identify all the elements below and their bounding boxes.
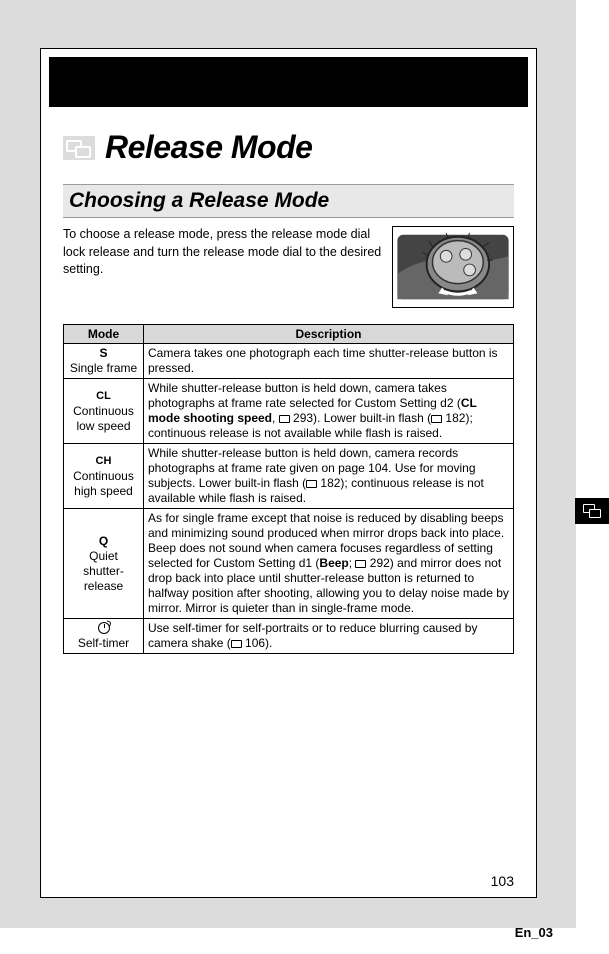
mode-cell: CH Continuous high speed — [64, 444, 144, 509]
page-content: Release Mode Choosing a Release Mode To … — [40, 48, 537, 898]
chapter-body: Release Mode Choosing a Release Mode To … — [41, 107, 536, 897]
desc-cell: While shutter-release button is held dow… — [144, 444, 514, 509]
chapter-title-row: Release Mode — [63, 129, 514, 166]
section-title: Choosing a Release Mode — [69, 189, 508, 213]
chapter-header-bar — [49, 57, 528, 107]
table-row: S Single frame Camera takes one photogra… — [64, 344, 514, 379]
mode-symbol: S — [99, 346, 107, 360]
page-number: 103 — [491, 873, 514, 889]
table-row: CL Continuous low speed While shutter-re… — [64, 379, 514, 444]
self-timer-icon — [98, 622, 110, 634]
mode-cell: Q Quiet shutter-release — [64, 509, 144, 619]
release-mode-tab-icon — [583, 504, 601, 518]
mode-label: Continuous low speed — [73, 404, 134, 433]
mode-label: Self-timer — [78, 636, 129, 650]
page-ref-icon — [231, 640, 242, 648]
page-ref-icon — [431, 415, 442, 423]
mode-cell: S Single frame — [64, 344, 144, 379]
desc-cell: Use self-timer for self-portraits or to … — [144, 619, 514, 654]
table-row: CH Continuous high speed While shutter-r… — [64, 444, 514, 509]
chapter-title: Release Mode — [105, 129, 312, 166]
mode-dial-illustration — [392, 226, 514, 308]
intro-row: To choose a release mode, press the rele… — [63, 226, 514, 308]
desc-cell: As for single frame except that noise is… — [144, 509, 514, 619]
mode-table: Mode Description S Single frame Camera t… — [63, 324, 514, 654]
desc-cell: Camera takes one photograph each time sh… — [144, 344, 514, 379]
mode-label: Continuous high speed — [73, 469, 134, 498]
side-tab — [575, 498, 609, 524]
mode-label: Single frame — [70, 361, 137, 375]
intro-text: To choose a release mode, press the rele… — [63, 226, 382, 308]
mode-cell: Self-timer — [64, 619, 144, 654]
table-row: Self-timer Use self-timer for self-portr… — [64, 619, 514, 654]
mode-symbol: CH — [96, 455, 112, 467]
mode-symbol: Q — [99, 534, 108, 548]
table-header-mode: Mode — [64, 325, 144, 344]
mode-symbol: CL — [96, 390, 111, 402]
table-row: Q Quiet shutter-release As for single fr… — [64, 509, 514, 619]
page-ref-icon — [355, 560, 366, 568]
release-mode-icon — [63, 136, 95, 160]
section-title-container: Choosing a Release Mode — [63, 184, 514, 218]
footer-label: En_03 — [515, 925, 553, 940]
mode-label: Quiet shutter-release — [83, 549, 124, 593]
page-ref-icon — [306, 480, 317, 488]
desc-cell: While shutter-release button is held dow… — [144, 379, 514, 444]
page-ref-icon — [279, 415, 290, 423]
mode-cell: CL Continuous low speed — [64, 379, 144, 444]
table-header-description: Description — [144, 325, 514, 344]
